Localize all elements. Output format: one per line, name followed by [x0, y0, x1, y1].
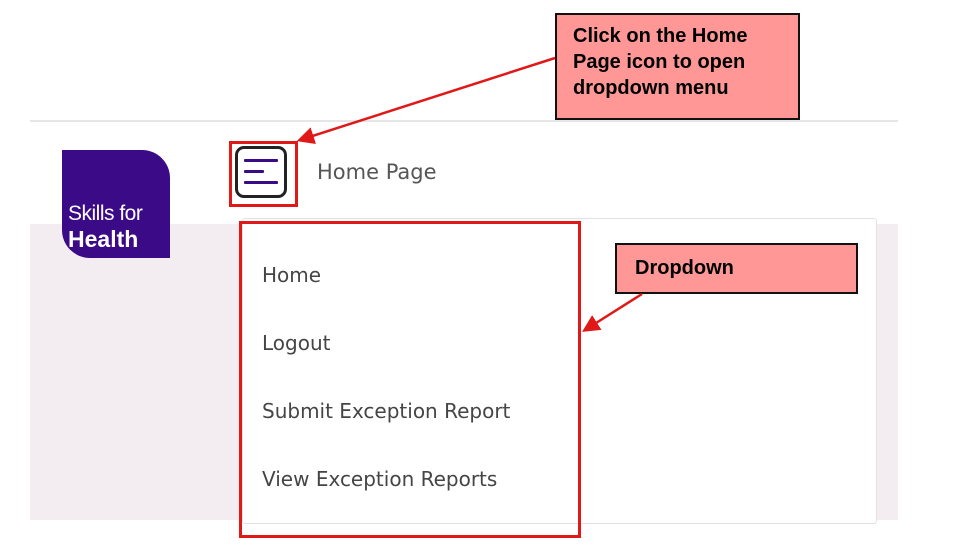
- arrow-to-menu-icon: [296, 56, 556, 145]
- arrow-to-dropdown: [582, 292, 643, 332]
- annotation-arrows: [296, 56, 643, 332]
